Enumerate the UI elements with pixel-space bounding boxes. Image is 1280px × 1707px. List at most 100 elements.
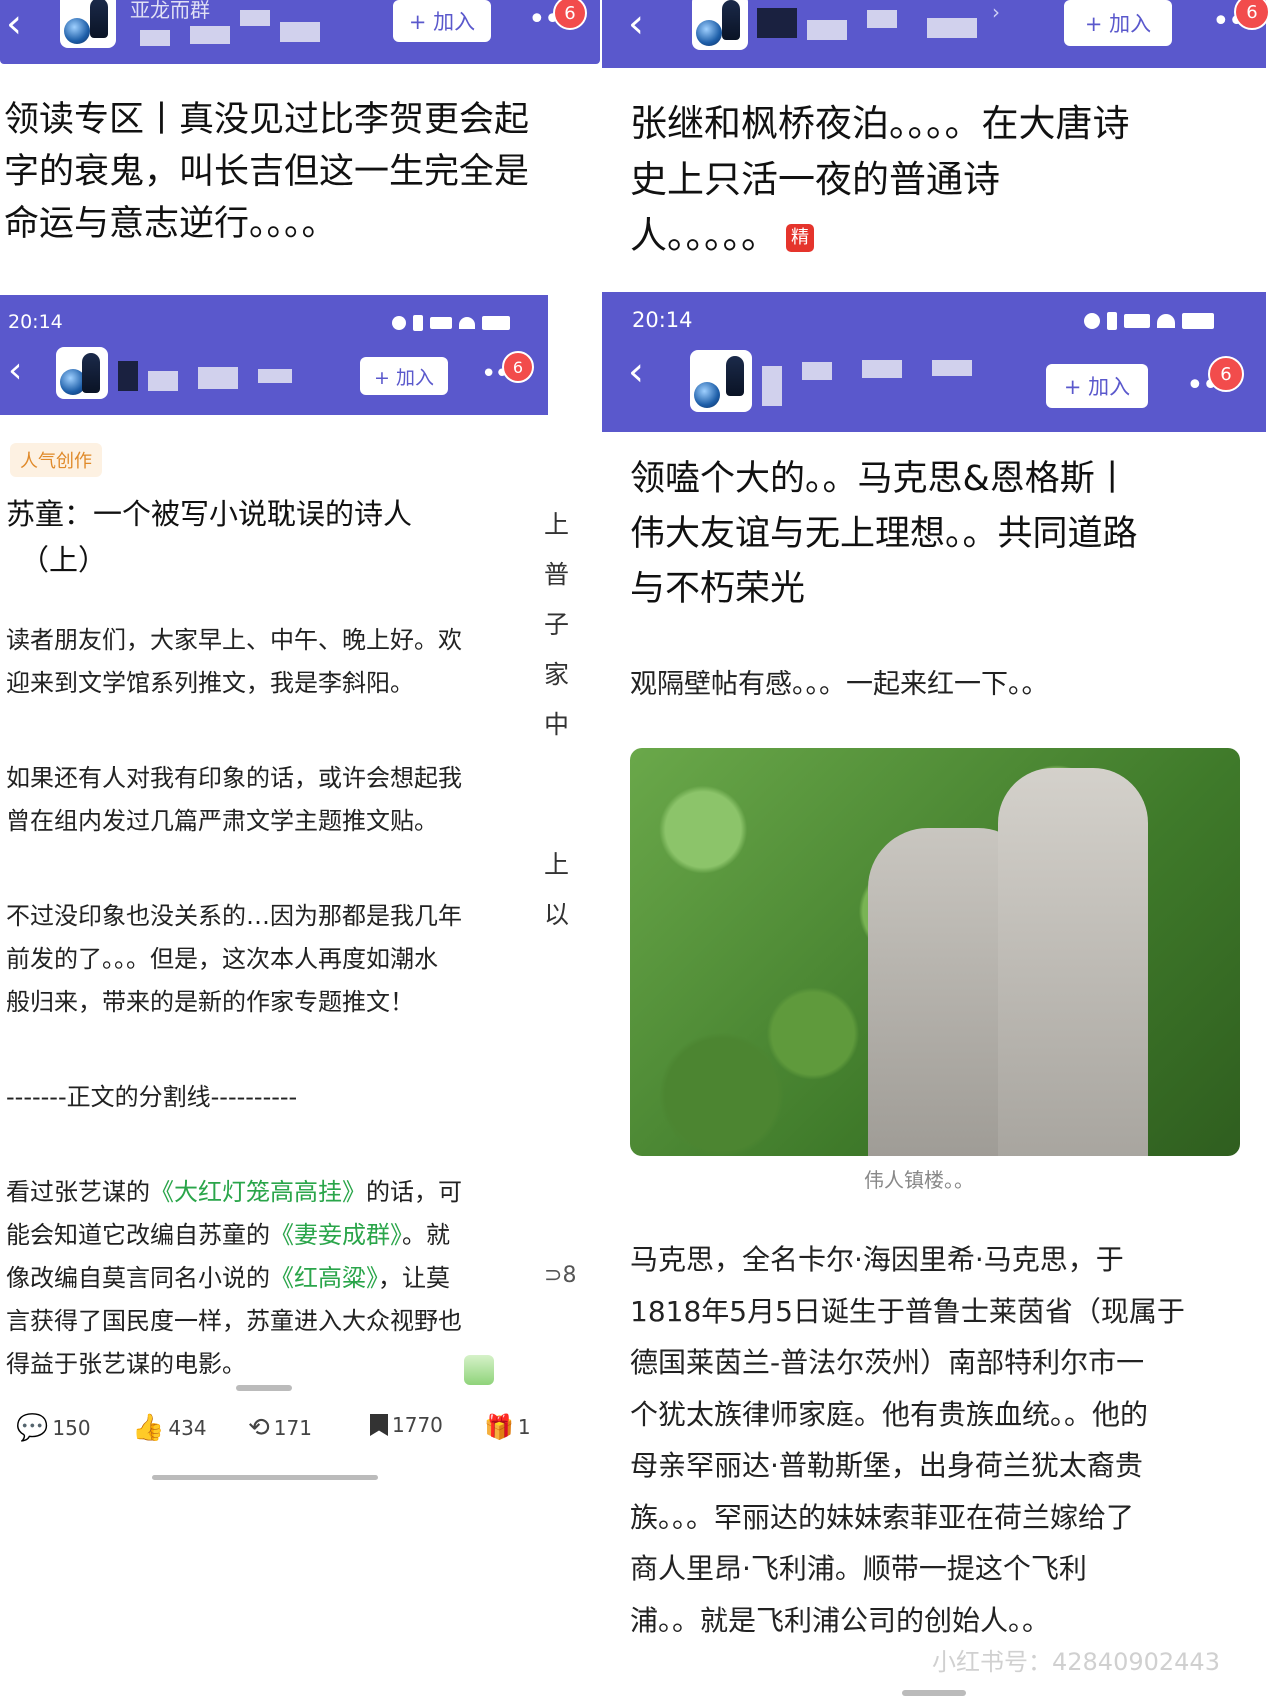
book-link[interactable]: 《红高粱》 — [270, 1264, 378, 1292]
figure-icon — [90, 0, 108, 38]
title-line-with-badge: 人。。。。。精 — [630, 208, 1250, 264]
text-span: 看过张艺谋的 — [6, 1178, 150, 1206]
post-title[interactable]: 领读专区丨真没见过比李贺更会起 字的衰鬼，叫长吉但这一生完全是 命运与意志逆行。… — [4, 94, 594, 250]
body-line: 言获得了国民度一样，苏童进入大众视野也 — [6, 1307, 462, 1335]
body-line: 浦。。就是飞利浦公司的创始人。。 — [630, 1603, 1051, 1637]
body-line: 前发的了。。。但是，这次本人再度如潮水 — [6, 945, 438, 973]
figure-icon — [722, 0, 740, 40]
text-span: ，让莫 — [378, 1264, 450, 1292]
join-label: + 加入 — [374, 366, 434, 389]
top-left-panel: ‹ 亚龙而群 + 加入 •• 6 领读专区丨真没见过比李贺更会起 字的衰鬼，叫长… — [0, 0, 600, 290]
title-line: 领读专区丨真没见过比李贺更会起 — [4, 100, 530, 140]
home-indicator — [152, 1475, 378, 1480]
favorite-count: 1770 — [392, 1413, 443, 1437]
chevron-right-icon: › — [992, 0, 1000, 24]
back-icon[interactable]: ‹ — [628, 4, 644, 44]
image-caption: 伟人镇楼。。 — [864, 1168, 974, 1192]
body-line: 迎来到文学馆系列推文，我是李斜阳。 — [6, 669, 414, 697]
body-line: 读者朋友们，大家早上、中午、晚上好。欢 — [6, 626, 462, 654]
back-icon[interactable]: ‹ — [8, 353, 22, 389]
figure-icon — [726, 356, 744, 396]
gift-count: 1 — [517, 1415, 531, 1439]
group-avatar[interactable] — [690, 350, 752, 412]
thumbs-up-icon: 👍 — [132, 1413, 165, 1443]
group-avatar[interactable] — [56, 347, 108, 399]
status-icons — [1084, 312, 1214, 330]
body-line: 1818年5月5日诞生于普鲁士莱茵省（现属于 — [630, 1294, 1185, 1328]
body-line: 像改编自莫言同名小说的《红高粱》，让莫 — [6, 1257, 536, 1300]
badge-count: 6 — [564, 2, 576, 24]
back-icon[interactable]: ‹ — [6, 4, 22, 44]
blurred-name — [757, 0, 1007, 60]
like-button[interactable]: 👍 434 — [132, 1413, 207, 1443]
title-line: 苏童：一个被写小说耽误的诗人 — [6, 497, 413, 531]
comment-button[interactable]: 💬 150 — [16, 1413, 91, 1443]
body-line: 母亲罕丽达·普勒斯堡，出身荷兰犹太裔贵 — [630, 1449, 1143, 1482]
join-button[interactable]: + 加入 — [1064, 0, 1172, 46]
post-title: 领嗑个大的。。马克思&恩格斯丨 伟大友谊与无上理想。。共同道路 与不朽荣光 — [630, 452, 1250, 617]
battery-icon — [1182, 313, 1214, 329]
bottom-right-panel: 20:14 ‹ + 加入 •• 6 领嗑个大的。。马克思&恩格斯丨 伟大友谊与无… — [602, 292, 1280, 1707]
body-line: 族。。。罕丽达的妹妹索菲亚在荷兰嫁给了 — [630, 1500, 1135, 1534]
body-line: 马克思，全名卡尔·海因里希·马克思，于 — [630, 1243, 1124, 1276]
top-right-panel: ‹ › + 加入 •• 6 张继和枫桥夜泊。。。。在大唐诗 史上只活一夜的普通诗… — [602, 0, 1280, 290]
figure-icon — [82, 353, 100, 393]
join-label: + 加入 — [1063, 375, 1131, 399]
globe-icon — [696, 20, 722, 46]
title-line: 字的衰鬼，叫长吉但这一生完全是 — [4, 152, 530, 192]
post-title: 苏童：一个被写小说耽误的诗人 （上） — [6, 491, 526, 583]
book-link[interactable]: 《妻妾成群》 — [270, 1221, 402, 1249]
text-span: 的话，可 — [366, 1178, 462, 1206]
statue-photo[interactable] — [630, 748, 1240, 1156]
body-line: 得益于张艺谋的电影。 — [6, 1350, 246, 1378]
body-line: 曾在组内发过几篇严肃文学主题推文贴。 — [6, 807, 438, 835]
battery-icon — [482, 316, 510, 330]
title-line: 伟大友谊与无上理想。。共同道路 — [630, 514, 1138, 554]
badge-count: 6 — [1220, 363, 1232, 385]
divider-text: -------正文的分割线---------- — [6, 1083, 298, 1111]
gift-button[interactable]: 🎁 1 — [484, 1413, 531, 1441]
wifi-icon — [459, 317, 475, 329]
wifi-icon — [1157, 314, 1175, 328]
popular-tag[interactable]: 人气创作 — [10, 443, 102, 477]
bookmark-icon — [370, 1414, 388, 1436]
notification-badge: 6 — [502, 351, 534, 383]
body-line: 不过没印象也没关系的…因为那都是我几年 — [6, 902, 462, 930]
book-link[interactable]: 《大红灯笼高高挂》 — [150, 1178, 366, 1206]
comment-icon: 💬 — [16, 1413, 49, 1443]
badge-count: 6 — [1246, 1, 1258, 23]
vibrate-icon — [1107, 312, 1117, 330]
post-title[interactable]: 张继和枫桥夜泊。。。。在大唐诗 史上只活一夜的普通诗 人。。。。。精 — [630, 96, 1250, 264]
text-span: 能会知道它改编自苏童的 — [6, 1221, 270, 1249]
title-line: 领嗑个大的。。马克思&恩格斯丨 — [630, 459, 1130, 499]
group-avatar[interactable] — [60, 0, 116, 48]
badge-count: 6 — [512, 357, 524, 377]
group-avatar[interactable] — [692, 0, 748, 50]
blurred-name — [118, 361, 298, 395]
featured-badge: 精 — [786, 223, 814, 252]
text-span: 。就 — [402, 1221, 450, 1249]
alarm-icon — [1084, 313, 1100, 329]
join-button[interactable]: + 加入 — [360, 357, 448, 395]
favorite-button[interactable]: 1770 — [370, 1413, 443, 1437]
globe-icon — [64, 18, 90, 44]
blurred-name — [762, 360, 1012, 410]
side-char: 上 — [544, 510, 570, 539]
repost-button[interactable]: ⟲ 171 — [248, 1413, 312, 1443]
join-button[interactable]: + 加入 — [393, 0, 491, 42]
join-button[interactable]: + 加入 — [1046, 364, 1148, 408]
post-body: 读者朋友们，大家早上、中午、晚上好。欢 迎来到文学馆系列推文，我是李斜阳。 如果… — [6, 619, 536, 1386]
side-count: ⊃8 — [544, 1263, 577, 1288]
title-line: 人。。。。。 — [630, 214, 778, 257]
post-body: 马克思，全名卡尔·海因里希·马克思，于 1818年5月5日诞生于普鲁士莱茵省（现… — [630, 1234, 1260, 1646]
repost-icon: ⟲ — [248, 1413, 270, 1443]
intro-text: 观隔壁帖有感。。。一起来红一下。。 — [630, 669, 1049, 700]
drag-handle[interactable] — [236, 1385, 292, 1391]
side-count-text: 8 — [562, 1263, 577, 1288]
notification-badge: 6 — [1208, 356, 1244, 392]
back-icon[interactable]: ‹ — [628, 352, 644, 392]
bottom-left-panel: 20:14 ‹ + 加入 •• 6 人气创作 苏童：一个被写小说耽误的诗人 （上… — [0, 295, 598, 1707]
body-line: 般归来，带来的是新的作家专题推文！ — [6, 988, 414, 1016]
alarm-icon — [392, 316, 406, 330]
comment-count: 150 — [52, 1416, 91, 1440]
